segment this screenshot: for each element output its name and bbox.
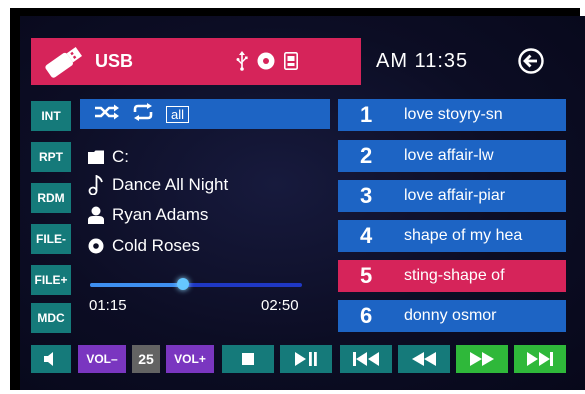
playlist-item[interactable]: 4 shape of my hea: [338, 220, 566, 252]
int-button[interactable]: INT: [31, 101, 71, 131]
play-pause-icon: [295, 352, 317, 366]
person-icon: [88, 206, 104, 224]
next-track-button[interactable]: [514, 345, 566, 373]
album-disc-icon: [88, 238, 104, 254]
volume-down-button[interactable]: VOL–: [78, 345, 126, 373]
song-title: Dance All Night: [112, 175, 229, 194]
rewind-button[interactable]: [398, 345, 450, 373]
sd-card-icon: [284, 52, 298, 75]
speaker-icon: [44, 352, 53, 366]
playback-mode-bar[interactable]: all: [80, 99, 330, 129]
shuffle-icon[interactable]: [94, 104, 120, 125]
fast-forward-icon: [470, 352, 494, 366]
playlist-item[interactable]: 2 love affair-lw: [338, 140, 566, 172]
back-arrow-icon: [518, 48, 544, 74]
progress-fill: [90, 283, 184, 287]
repeat-icon[interactable]: [132, 102, 154, 126]
rdm-button[interactable]: RDM: [31, 183, 71, 213]
track-title: sting-shape of: [404, 267, 505, 284]
mdc-button[interactable]: MDC: [31, 303, 71, 333]
stop-button[interactable]: [222, 345, 274, 373]
progress-bar[interactable]: [90, 278, 302, 290]
skip-previous-icon: [353, 352, 379, 366]
title-row: Dance All Night: [88, 175, 228, 195]
track-title: shape of my hea: [404, 227, 523, 244]
file-prev-button[interactable]: FILE-: [31, 224, 71, 254]
back-button[interactable]: [518, 48, 544, 74]
volume-up-button[interactable]: VOL+: [166, 345, 214, 373]
rpt-button[interactable]: RPT: [31, 142, 71, 172]
previous-track-button[interactable]: [340, 345, 392, 373]
track-title: donny osmor: [404, 307, 497, 324]
usb-drive-icon: [41, 46, 85, 83]
artist-name: Ryan Adams: [112, 205, 209, 224]
rewind-icon: [412, 352, 436, 366]
mute-button[interactable]: [31, 345, 71, 373]
file-next-button[interactable]: FILE+: [31, 265, 71, 295]
playlist-item[interactable]: 3 love affair-piar: [338, 180, 566, 212]
total-time: 02:50: [261, 297, 299, 314]
source-label: USB: [95, 51, 134, 71]
artist-row: Ryan Adams: [88, 205, 208, 225]
track-number: 4: [360, 223, 373, 248]
album-name: Cold Roses: [112, 236, 200, 255]
music-note-icon: [88, 175, 103, 195]
playlist-item[interactable]: 6 donny osmor: [338, 300, 566, 332]
track-number: 3: [360, 183, 373, 208]
folder-icon: [88, 150, 104, 164]
track-number: 2: [360, 143, 373, 168]
clock: AM 11:35: [376, 50, 469, 72]
track-number: 1: [360, 102, 373, 127]
volume-level: 25: [132, 345, 160, 373]
repeat-scope-badge: all: [166, 105, 190, 123]
fast-forward-button[interactable]: [456, 345, 508, 373]
track-title: love affair-piar: [404, 187, 506, 204]
track-title: love stoyry-sn: [404, 106, 503, 123]
track-number: 6: [360, 303, 373, 328]
playlist-item[interactable]: 1 love stoyry-sn: [338, 99, 566, 131]
folder-name: C:: [112, 147, 129, 166]
folder-row: C:: [88, 147, 129, 167]
album-row: Cold Roses: [88, 236, 200, 256]
play-pause-button[interactable]: [280, 345, 332, 373]
status-icons: [236, 51, 298, 76]
track-number: 5: [360, 263, 373, 288]
track-title: love affair-lw: [404, 147, 494, 164]
usb-symbol-icon: [236, 51, 248, 76]
elapsed-time: 01:15: [89, 297, 127, 314]
playlist-item-active[interactable]: 5 sting-shape of: [338, 260, 566, 292]
stop-icon: [242, 353, 254, 365]
source-bar[interactable]: USB: [31, 38, 361, 85]
skip-next-icon: [527, 352, 553, 366]
disc-icon: [257, 52, 275, 75]
